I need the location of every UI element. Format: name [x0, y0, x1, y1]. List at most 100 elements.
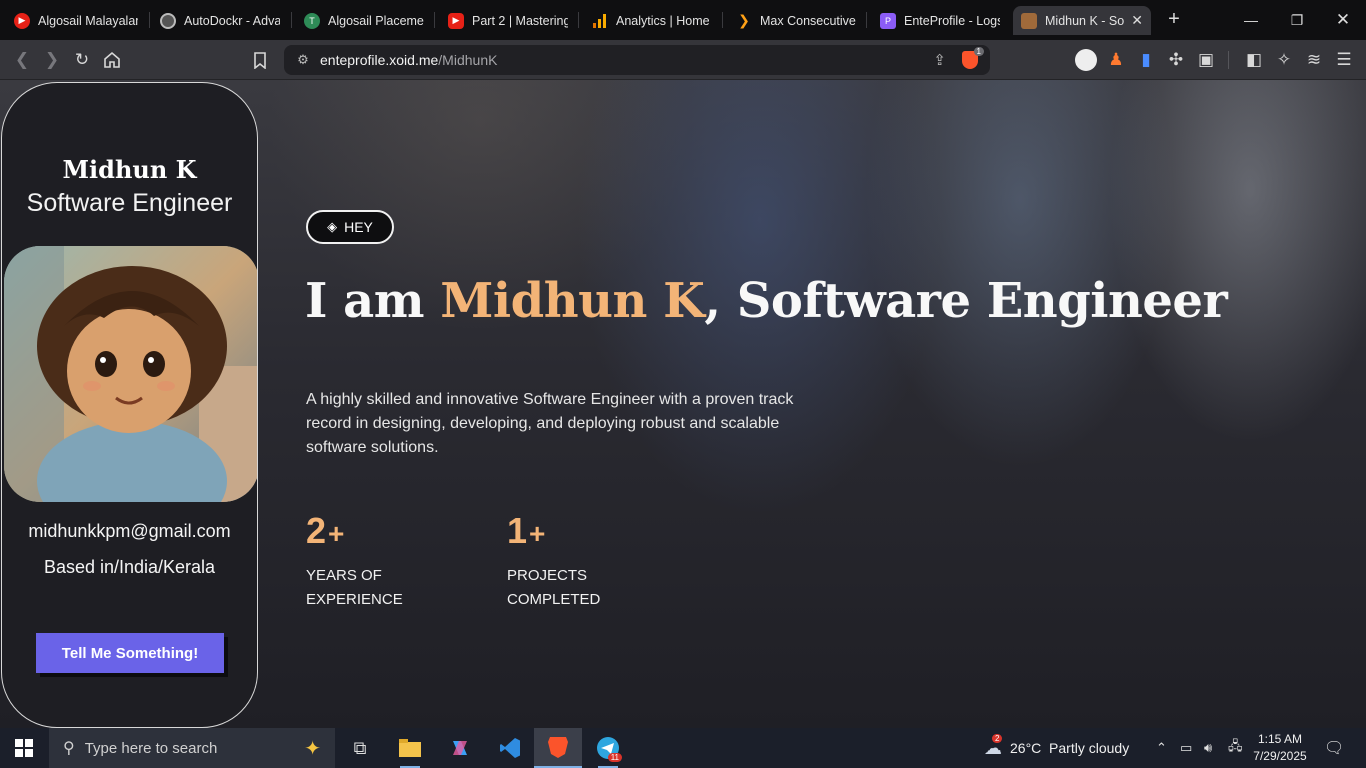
show-hidden-icons[interactable]: ⌃ [1156, 728, 1167, 768]
extensions-puzzle-icon[interactable]: ✣ [1164, 48, 1188, 72]
vpn-icon[interactable]: ≋ [1302, 48, 1326, 72]
vscode-icon[interactable] [486, 728, 534, 768]
hey-badge: ◈ HEY [306, 210, 394, 244]
weather-widget[interactable]: ☁ 2 26°C Partly cloudy [984, 728, 1129, 768]
profile-name: Midhun K [62, 155, 197, 184]
handshake-icon: ◈ [327, 219, 338, 234]
shield-count: 1 [973, 47, 984, 56]
file-explorer-icon[interactable] [386, 728, 434, 768]
windows-taskbar: ⚲ Type here to search ✦ ⧉ 11 ☁ 2 26°C Par… [0, 728, 1366, 768]
search-placeholder: Type here to search [84, 739, 218, 757]
hey-label: HEY [344, 219, 373, 235]
tab-separator [434, 12, 435, 28]
stat-label: Years of Experience [306, 564, 403, 612]
toolbar-separator [1228, 51, 1229, 69]
close-tab-icon[interactable]: ✕ [1125, 12, 1143, 29]
stat-label-line1: Years of [306, 567, 382, 584]
home-icon[interactable] [100, 48, 124, 72]
tab-autodockr[interactable]: AutoDockr - Adva [152, 6, 288, 35]
network-icon[interactable]: 🖧︎ [1228, 728, 1243, 768]
tab-title: Algosail Malayalam [38, 13, 138, 28]
weather-badge: 2 [992, 733, 1003, 743]
task-view-icon[interactable]: ⧉ [336, 728, 384, 768]
telegram-icon[interactable]: 11 [584, 728, 632, 768]
stat-label: Projects Completed [507, 564, 600, 612]
screenshot-icon[interactable]: ▣ [1194, 48, 1218, 72]
system-clock[interactable]: 1:15 AM 7/29/2025 [1248, 731, 1312, 765]
tab-title: Max Consecutive [760, 13, 856, 28]
stat-projects: 1+ Projects Completed [507, 510, 600, 612]
notifications-icon[interactable]: 🗨︎ [1324, 728, 1344, 768]
headline-name: Midhun K [440, 273, 705, 329]
stat-experience: 2+ Years of Experience [306, 510, 403, 612]
stat-label-line2: Experience [306, 591, 403, 608]
tell-me-something-button[interactable]: Tell Me Something! [36, 633, 224, 673]
stat-number: 1 [507, 510, 528, 551]
profile-photo [4, 246, 257, 502]
clock-date: 7/29/2025 [1253, 749, 1307, 763]
youtube-icon: ▶ [448, 12, 464, 29]
menu-icon[interactable]: ☰ [1332, 48, 1356, 72]
globe-icon [160, 12, 176, 29]
sidebar-icon[interactable]: ◧ [1242, 48, 1266, 72]
site-settings-icon[interactable]: ⚙ [290, 52, 316, 68]
tab-midhun-k-active[interactable]: Midhun K - So ✕ [1013, 6, 1151, 35]
search-highlight-icon: ✦ [304, 737, 321, 760]
brave-browser-icon[interactable] [534, 728, 582, 768]
tab-analytics[interactable]: Analytics | Home [584, 6, 720, 35]
hero-headline: I am Midhun K, Software Engineer [305, 273, 1228, 329]
tab-separator [722, 12, 723, 28]
tab-algosail-malayalam[interactable]: ▶ Algosail Malayalam [6, 6, 146, 35]
windows-start-icon[interactable] [0, 728, 48, 768]
forward-icon[interactable]: ❯ [40, 48, 64, 72]
tab-title: Midhun K - So [1045, 13, 1125, 28]
tab-enteprofile-logs[interactable]: P EnteProfile - Logs [872, 6, 1008, 35]
stat-suffix: + [529, 518, 546, 549]
leetcode-icon: ❯ [738, 12, 750, 28]
tab-title: Algosail Placemen [328, 13, 424, 28]
tab-title: Part 2 | Mastering [472, 13, 568, 28]
tab-algosail-placement[interactable]: T Algosail Placemen [296, 6, 432, 35]
brave-shield-icon[interactable]: 1 [962, 47, 984, 69]
reload-icon[interactable]: ↻ [70, 48, 94, 72]
profile-card: Midhun K Software Engineer midhunkkpm@gm… [1, 82, 258, 728]
leo-ai-icon[interactable]: ✧ [1272, 48, 1296, 72]
profile-location: Based in/India/Kerala [43, 557, 216, 577]
minimize-button[interactable]: — [1228, 0, 1274, 40]
weather-text: 26°C Partly cloudy [1010, 740, 1130, 756]
bookmark-icon[interactable] [248, 48, 272, 72]
avatar-icon [1021, 12, 1037, 29]
url-host: enteprofile.xoid.me [320, 52, 439, 68]
address-bar[interactable]: ⚙ enteprofile.xoid.me /MidhunK ⇪ 1 [284, 45, 990, 75]
tab-separator [149, 12, 150, 28]
tab-strip: ▶ Algosail Malayalam AutoDockr - Adva T … [0, 0, 1366, 40]
extension-circle-icon[interactable] [1074, 48, 1098, 72]
share-icon[interactable]: ⇪ [933, 51, 946, 69]
volume-icon[interactable]: 🔊︎ [1204, 728, 1212, 768]
stat-label-line2: Completed [507, 591, 601, 608]
search-icon: ⚲ [63, 740, 75, 757]
copilot-icon[interactable] [436, 728, 484, 768]
new-tab-button[interactable]: + [1163, 8, 1185, 30]
window-close-button[interactable]: ✕ [1320, 0, 1366, 40]
tab-title: EnteProfile - Logs [904, 13, 1000, 28]
back-icon[interactable]: ❮ [10, 48, 34, 72]
tab-title: Analytics | Home [616, 13, 710, 28]
profile-role: Software Engineer [26, 189, 233, 217]
restore-button[interactable]: ❐ [1274, 0, 1320, 40]
extension-copy-icon[interactable]: ▮ [1134, 48, 1158, 72]
youtube-icon: ▶ [14, 12, 30, 29]
taskbar-search[interactable]: ⚲ Type here to search ✦ [49, 728, 335, 768]
tab-title: AutoDockr - Adva [184, 13, 280, 28]
profile-email[interactable]: midhunkkpm@gmail.com [2, 521, 257, 542]
extension-person-icon[interactable]: ♟ [1104, 48, 1128, 72]
tab-max-consecutive[interactable]: ❯ Max Consecutive [728, 6, 864, 35]
analytics-icon [592, 13, 608, 29]
tab-separator [578, 12, 579, 28]
partly-cloudy-icon: ☁ 2 [984, 733, 1003, 758]
battery-icon[interactable]: ▭ [1180, 728, 1192, 768]
tab-part-2-mastering[interactable]: ▶ Part 2 | Mastering [440, 6, 576, 35]
tab-separator [291, 12, 292, 28]
algosail-icon: T [304, 12, 320, 29]
profile-page: Midhun K Software Engineer midhunkkpm@gm… [0, 80, 1366, 728]
